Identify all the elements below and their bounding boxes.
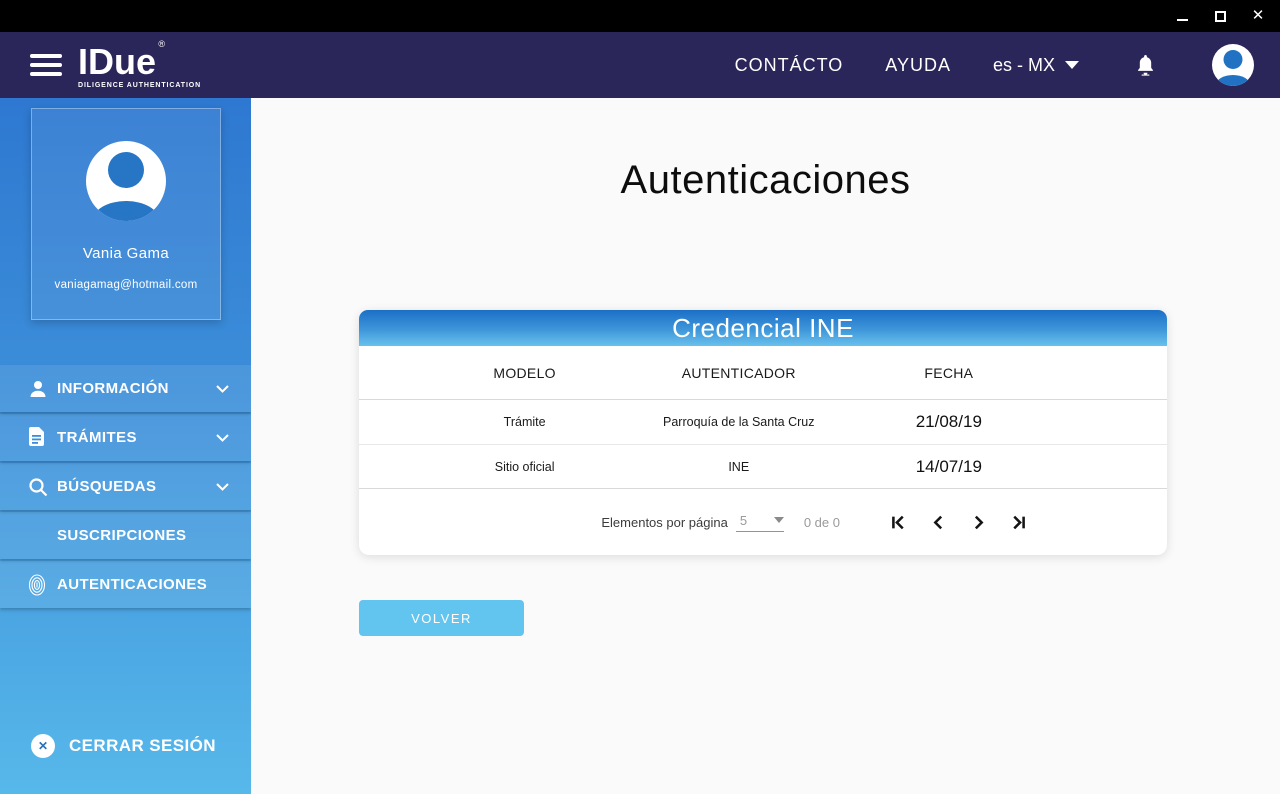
cell-fecha: 21/08/19 [844,412,1054,432]
profile-email: vaniagamag@hotmail.com [32,279,220,291]
avatar-body [1216,75,1250,86]
sidebar-item-informacion[interactable]: INFORMACIÓN [0,365,251,412]
minimize-icon [1177,19,1188,21]
page-title: Autenticaciones [251,158,1280,203]
chevron-down-icon [774,517,784,523]
maximize-button[interactable] [1212,8,1228,24]
chevron-down-icon [216,385,229,393]
close-button[interactable]: ✕ [1250,8,1266,24]
nav-contact-link[interactable]: CONTÁCTO [735,55,844,76]
circle-x-icon: ✕ [31,734,55,758]
table-header-row: MODELO AUTENTICADOR FECHA [359,346,1167,400]
chevron-down-icon [216,483,229,491]
items-per-page-label: Elementos por página [601,515,727,530]
sidebar-item-busquedas[interactable]: BÚSQUEDAS [0,463,251,510]
logo-subtitle: DILIGENCE AUTHENTICATION [78,82,201,89]
document-icon [28,427,57,448]
sidebar-item-label: BÚSQUEDAS [57,478,216,495]
avatar-body [93,201,159,221]
sidebar-item-autenticaciones[interactable]: AUTENTICACIONES [0,561,251,608]
profile-avatar [86,141,166,221]
column-header-autenticador: AUTENTICADOR [634,365,844,381]
profile-card: Vania Gama vaniagamag@hotmail.com [31,108,221,320]
bell-icon [1135,53,1156,77]
main-content: Autenticaciones Credencial INE MODELO AU… [251,98,1280,794]
chevron-down-icon [216,434,229,442]
sidebar-item-suscripciones[interactable]: SUSCRIPCIONES [0,512,251,559]
person-icon [28,379,57,399]
user-avatar[interactable] [1212,44,1254,86]
first-page-icon [890,514,907,531]
sidebar: Vania Gama vaniagamag@hotmail.com INFORM… [0,98,251,794]
notifications-button[interactable] [1135,53,1156,77]
page-size-select[interactable]: 5 [736,513,784,532]
cell-fecha: 14/07/19 [844,457,1054,477]
chevron-left-icon [930,514,947,531]
page-range-label: 0 de 0 [804,515,840,530]
language-selector[interactable]: es - MX [993,55,1079,76]
sidebar-item-label: INFORMACIÓN [57,380,216,397]
sidebar-item-label: TRÁMITES [57,429,216,446]
last-page-icon [1010,514,1027,531]
page-size-value: 5 [736,513,747,528]
registered-mark: ® [158,40,165,49]
column-header-modelo: MODELO [416,365,634,381]
sidebar-item-tramites[interactable]: TRÁMITES [0,414,251,461]
fingerprint-icon [28,574,57,596]
hamburger-menu-icon[interactable] [30,54,62,76]
cell-modelo: Sitio oficial [416,460,634,474]
logout-button[interactable]: ✕ CERRAR SESIÓN [31,734,216,758]
chevron-down-icon [1065,61,1079,69]
search-icon [28,477,57,497]
first-page-button[interactable] [890,514,907,531]
table-row: Trámite Parroquía de la Santa Cruz 21/08… [359,400,1167,444]
app-logo: IDue® DILIGENCE AUTHENTICATION [78,44,201,89]
cell-autenticador: Parroquía de la Santa Cruz [634,415,844,429]
window-titlebar: ✕ [0,0,1280,32]
app-header: IDue® DILIGENCE AUTHENTICATION CONTÁCTO … [0,32,1280,98]
last-page-button[interactable] [1010,514,1027,531]
avatar-head [108,152,144,188]
chevron-right-icon [970,514,987,531]
previous-page-button[interactable] [930,514,947,531]
card-header: Credencial INE [359,310,1167,346]
logout-label: CERRAR SESIÓN [69,736,216,756]
back-button[interactable]: VOLVER [359,600,524,636]
column-header-fecha: FECHA [844,365,1054,381]
sidebar-item-label: AUTENTICACIONES [57,576,229,593]
sidebar-item-label: SUSCRIPCIONES [57,527,229,544]
avatar-head [1224,50,1243,69]
logo-title: IDue® [78,44,156,80]
authentications-card: Credencial INE MODELO AUTENTICADOR FECHA… [359,310,1167,555]
sidebar-menu: INFORMACIÓN TRÁMITES BÚSQUEDAS [0,365,251,608]
maximize-icon [1215,11,1226,22]
cell-autenticador: INE [634,460,844,474]
minimize-button[interactable] [1174,8,1190,24]
language-value: es - MX [993,55,1055,76]
table-row: Sitio oficial INE 14/07/19 [359,444,1167,488]
paginator: Elementos por página 5 0 de 0 [359,488,1167,555]
nav-help-link[interactable]: AYUDA [885,55,951,76]
profile-name: Vania Gama [32,245,220,262]
cell-modelo: Trámite [416,415,634,429]
next-page-button[interactable] [970,514,987,531]
